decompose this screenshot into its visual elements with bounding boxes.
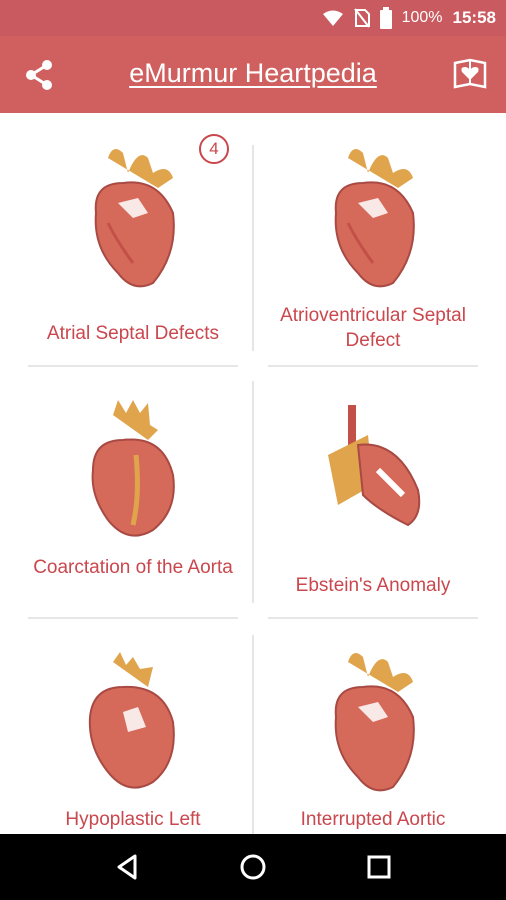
condition-label: Atrial Septal Defects: [46, 323, 220, 344]
condition-label: Interrupted Aortic: [300, 809, 446, 830]
count-badge: 4: [199, 134, 229, 164]
heart-image: [334, 149, 415, 288]
condition-card[interactable]: Ebstein's Anomaly: [268, 379, 478, 619]
recents-icon[interactable]: [364, 852, 394, 882]
condition-card[interactable]: Coarctation of the Aorta: [28, 379, 238, 619]
condition-label: Atrioventricular Septal Defect: [280, 305, 466, 351]
heart-image: [334, 653, 415, 792]
condition-card[interactable]: Atrioventricular Septal Defect: [268, 127, 478, 367]
home-icon[interactable]: [238, 852, 268, 882]
page-title[interactable]: eMurmur Heartpedia: [0, 58, 506, 89]
status-icons: 100% 15:58: [322, 0, 496, 36]
heart-image: [91, 400, 175, 537]
card-underline: [28, 365, 238, 367]
card-underline: [28, 617, 238, 619]
column-divider: [252, 635, 254, 835]
condition-label: Coarctation of the Aorta: [33, 557, 233, 578]
card-underline: [268, 365, 478, 367]
condition-card[interactable]: Atrial Septal Defects: [28, 127, 238, 367]
condition-label: Hypoplastic Left: [65, 809, 201, 830]
system-nav-bar: [0, 834, 506, 900]
battery-level: 100%: [401, 9, 443, 26]
app-bar: eMurmur Heartpedia: [0, 36, 506, 113]
battery-icon: [379, 7, 392, 29]
condition-card[interactable]: Hypoplastic Left: [28, 631, 238, 835]
column-divider: [252, 145, 254, 351]
no-sim-icon: [353, 8, 370, 28]
back-icon[interactable]: [113, 852, 143, 882]
heart-image: [328, 405, 421, 527]
condition-label: Ebstein's Anomaly: [295, 575, 451, 596]
clock: 15:58: [452, 8, 496, 27]
heart-book-icon[interactable]: [452, 56, 488, 92]
condition-card[interactable]: Interrupted Aortic: [268, 631, 478, 835]
card-underline: [268, 617, 478, 619]
wifi-icon: [322, 10, 343, 26]
status-bar: 100% 15:58: [0, 0, 506, 36]
heart-image: [88, 652, 175, 789]
heart-image: [94, 149, 175, 288]
condition-grid: Atrial Septal Defects 4 Atrioventricular…: [0, 113, 506, 835]
column-divider: [252, 381, 254, 603]
